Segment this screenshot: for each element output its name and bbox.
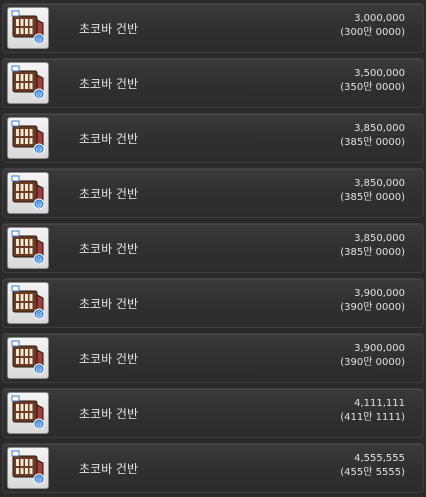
item-price: 3,500,000 <box>354 68 405 79</box>
item-price: 3,850,000 <box>354 233 405 244</box>
chocobar-keyboard-icon: @ <box>7 447 49 489</box>
list-item[interactable]: @ 초코바 건반 3,850,000 (385만 0000) <box>2 168 424 218</box>
item-price: 3,900,000 <box>354 288 405 299</box>
item-price-block: 4,555,555 (455만 5555) <box>340 452 405 480</box>
item-name: 초코바 건반 <box>79 242 139 256</box>
item-price: 3,000,000 <box>354 13 405 24</box>
item-price-korean: (385만 0000) <box>340 247 405 258</box>
item-price: 3,850,000 <box>354 123 405 134</box>
list-item[interactable]: @ 초코바 건반 3,000,000 (300만 0000) <box>2 3 424 53</box>
chocobar-keyboard-icon: @ <box>7 337 49 379</box>
list-item[interactable]: @ 초코바 건반 4,111,111 (411만 1111) <box>2 388 424 438</box>
chocobar-keyboard-icon: @ <box>7 227 49 269</box>
item-price-block: 3,900,000 (390만 0000) <box>340 342 405 370</box>
list-item[interactable]: @ 초코바 건반 3,900,000 (390만 0000) <box>2 333 424 383</box>
chocobar-keyboard-icon: @ <box>7 172 49 214</box>
item-name: 초코바 건반 <box>79 407 139 421</box>
item-price-korean: (390만 0000) <box>340 357 405 368</box>
item-price: 3,900,000 <box>354 343 405 354</box>
svg-text:@: @ <box>36 36 43 44</box>
list-item[interactable]: @ 초코바 건반 3,500,000 (350만 0000) <box>2 58 424 108</box>
svg-text:@: @ <box>36 146 43 154</box>
item-price-korean: (455만 5555) <box>340 467 405 478</box>
svg-text:@: @ <box>36 201 43 209</box>
item-name: 초코바 건반 <box>79 132 139 146</box>
item-name: 초코바 건반 <box>79 77 139 91</box>
svg-text:@: @ <box>36 421 43 429</box>
svg-text:@: @ <box>36 476 43 484</box>
item-name: 초코바 건반 <box>79 352 139 366</box>
chocobar-keyboard-icon: @ <box>7 7 49 49</box>
item-price-korean: (385만 0000) <box>340 137 405 148</box>
chocobar-keyboard-icon: @ <box>7 392 49 434</box>
svg-text:@: @ <box>36 91 43 99</box>
item-price-korean: (385만 0000) <box>340 192 405 203</box>
chocobar-keyboard-icon: @ <box>7 117 49 159</box>
item-name: 초코바 건반 <box>79 187 139 201</box>
item-price-block: 4,111,111 (411만 1111) <box>340 397 405 425</box>
item-price: 3,850,000 <box>354 178 405 189</box>
list-item[interactable]: @ 초코바 건반 4,555,555 (455만 5555) <box>2 443 424 493</box>
item-price: 4,111,111 <box>354 398 405 409</box>
svg-text:@: @ <box>36 311 43 319</box>
item-price-korean: (411만 1111) <box>340 412 405 423</box>
item-price-block: 3,500,000 (350만 0000) <box>340 67 405 95</box>
chocobar-keyboard-icon: @ <box>7 282 49 324</box>
svg-text:@: @ <box>36 256 43 264</box>
item-price-block: 3,850,000 (385만 0000) <box>340 177 405 205</box>
item-price-block: 3,000,000 (300만 0000) <box>340 12 405 40</box>
item-price-block: 3,850,000 (385만 0000) <box>340 232 405 260</box>
item-price-korean: (390만 0000) <box>340 302 405 313</box>
item-name: 초코바 건반 <box>79 22 139 36</box>
list-item[interactable]: @ 초코바 건반 3,900,000 (390만 0000) <box>2 278 424 328</box>
item-name: 초코바 건반 <box>79 297 139 311</box>
item-price-korean: (300만 0000) <box>340 27 405 38</box>
item-name: 초코바 건반 <box>79 462 139 476</box>
list-item[interactable]: @ 초코바 건반 3,850,000 (385만 0000) <box>2 223 424 273</box>
list-item[interactable]: @ 초코바 건반 3,850,000 (385만 0000) <box>2 113 424 163</box>
item-price-block: 3,900,000 (390만 0000) <box>340 287 405 315</box>
item-price-block: 3,850,000 (385만 0000) <box>340 122 405 150</box>
item-price-korean: (350만 0000) <box>340 82 405 93</box>
item-list: @ 초코바 건반 3,000,000 (300만 0000) @ 초코바 건반 … <box>0 0 426 497</box>
svg-text:@: @ <box>36 366 43 374</box>
item-price: 4,555,555 <box>354 453 405 464</box>
chocobar-keyboard-icon: @ <box>7 62 49 104</box>
